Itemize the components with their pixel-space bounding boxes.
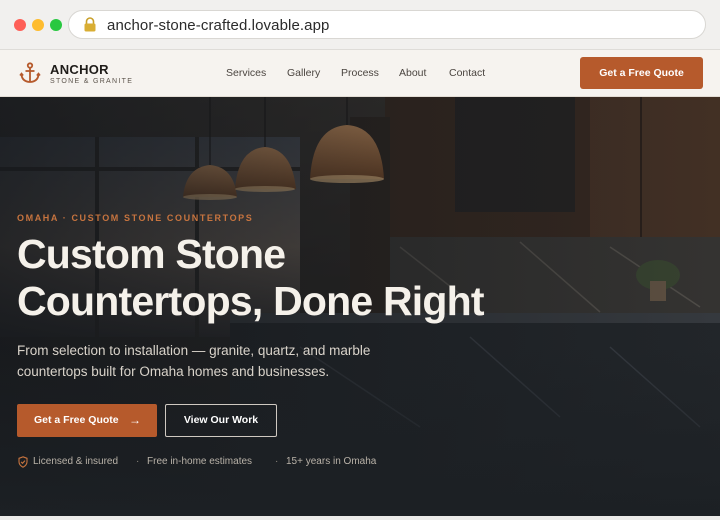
nav-link-services[interactable]: Services — [226, 67, 266, 79]
nav-link-about[interactable]: About — [399, 67, 426, 79]
browser-chrome: anchor-stone-crafted.lovable.app — [0, 0, 720, 50]
logo-name[interactable]: ANCHOR — [50, 62, 109, 77]
nav-link-gallery[interactable]: Gallery — [287, 67, 320, 79]
hero-headline: Custom Stone Countertops, Done Right — [17, 231, 485, 325]
header-quote-button[interactable]: Get a Free Quote — [580, 57, 703, 89]
maximize-window-button[interactable] — [50, 19, 62, 31]
anchor-icon[interactable] — [18, 61, 42, 85]
trust-free-estimates: Free in-home estimates — [147, 456, 253, 467]
view-work-button[interactable]: View Our Work — [165, 404, 277, 437]
trust-separator: · — [136, 456, 140, 467]
address-bar[interactable]: anchor-stone-crafted.lovable.app — [68, 10, 706, 39]
shield-check-icon — [18, 456, 28, 468]
trust-separator: · — [275, 456, 279, 467]
hero-quote-button[interactable]: Get a Free Quote → — [17, 404, 157, 437]
url-text[interactable]: anchor-stone-crafted.lovable.app — [107, 17, 330, 34]
hero-eyebrow: OMAHA · CUSTOM STONE COUNTERTOPS — [17, 213, 254, 223]
nav-link-contact[interactable]: Contact — [449, 67, 485, 79]
site-header: ANCHOR STONE & GRANITE Services Gallery … — [0, 50, 720, 97]
hero-section: OMAHA · CUSTOM STONE COUNTERTOPS Custom … — [0, 97, 720, 516]
minimize-window-button[interactable] — [32, 19, 44, 31]
hero-headline-line-1: Custom Stone — [17, 231, 286, 277]
hero-description: From selection to installation — granite… — [17, 343, 371, 379]
trust-licensed: Licensed & insured — [33, 456, 119, 467]
lock-icon — [84, 17, 96, 32]
trust-years: 15+ years in Omaha — [286, 456, 377, 467]
nav-link-process[interactable]: Process — [341, 67, 379, 79]
hero-quote-button-label: Get a Free Quote — [34, 414, 119, 426]
close-window-button[interactable] — [14, 19, 26, 31]
logo-subtitle: STONE & GRANITE — [50, 78, 134, 85]
hero-headline-line-2: Countertops, Done Right — [17, 278, 485, 324]
arrow-right-icon: → — [129, 413, 141, 427]
